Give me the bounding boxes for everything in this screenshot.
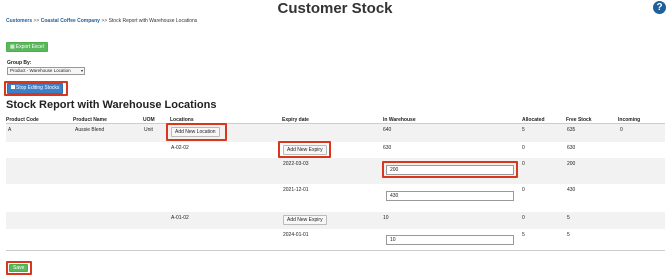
table-icon: ▦: [10, 44, 15, 50]
free-stock-value: 200: [567, 161, 576, 167]
quantity-input[interactable]: 430: [386, 191, 514, 201]
allocated-value: 0: [522, 161, 525, 167]
breadcrumb-separator: >>: [33, 18, 40, 24]
free-stock-value: 5: [567, 232, 570, 238]
add-new-expiry-button[interactable]: Add New Expiry: [283, 145, 327, 155]
expiry-date: 2022-03-03: [283, 161, 309, 167]
in-warehouse-value: 640: [383, 127, 392, 133]
location-name: A-02-02: [171, 145, 189, 151]
allocated-value: 5: [522, 127, 525, 133]
expiry-date: 2024-01-01: [283, 232, 309, 238]
in-warehouse-value: 630: [383, 145, 392, 151]
free-stock-value: 5: [567, 215, 570, 221]
breadcrumb: Customers >> Coastal Coffee Company >> S…: [6, 18, 197, 24]
breadcrumb-separator: >>: [101, 18, 108, 24]
groupby-select[interactable]: Product - Warehouse Location ▾: [7, 67, 85, 75]
free-stock-value: 635: [567, 127, 576, 133]
add-new-location-button[interactable]: Add New Location: [171, 127, 220, 137]
quantity-input[interactable]: 10: [386, 235, 514, 245]
product-uom: Unit: [144, 127, 153, 133]
groupby-selected-value: Product - Warehouse Location: [10, 68, 71, 73]
chevron-down-icon: ▾: [80, 68, 83, 73]
report-title: Stock Report with Warehouse Locations: [6, 99, 217, 111]
allocated-value: 0: [522, 215, 525, 221]
groupby-label: Group By:: [7, 60, 32, 66]
export-excel-label: Export Excel: [15, 44, 44, 50]
export-excel-button[interactable]: ▦Export Excel: [6, 42, 48, 52]
help-icon[interactable]: ?: [653, 1, 666, 14]
allocated-value: 0: [522, 145, 525, 151]
breadcrumb-current: Stock Report with Warehouse Locations: [108, 18, 198, 24]
allocated-value: 0: [522, 187, 525, 193]
stop-editing-label: Stop Editing Stocks: [16, 85, 60, 91]
allocated-value: 5: [522, 232, 525, 238]
in-warehouse-value: 10: [383, 215, 389, 221]
add-new-expiry-button[interactable]: Add New Expiry: [283, 215, 327, 225]
free-stock-value: 430: [567, 187, 576, 193]
location-name: A-01-02: [171, 215, 189, 221]
page-title: Customer Stock: [277, 0, 393, 17]
incoming-value: 0: [620, 127, 623, 133]
stop-editing-button[interactable]: Stop Editing Stocks: [7, 83, 64, 94]
quantity-input[interactable]: 200: [386, 165, 514, 175]
breadcrumb-link-customer[interactable]: Coastal Coffee Company: [41, 18, 100, 24]
expiry-date: 2021-12-01: [283, 187, 309, 193]
stop-icon: [11, 85, 15, 89]
breadcrumb-link-customers[interactable]: Customers: [6, 18, 32, 24]
product-name: Aussie Blend: [75, 127, 105, 133]
free-stock-value: 630: [567, 145, 576, 151]
product-code: A: [8, 127, 12, 133]
save-button[interactable]: Save: [9, 264, 29, 272]
table-bottom-divider: [6, 250, 665, 251]
